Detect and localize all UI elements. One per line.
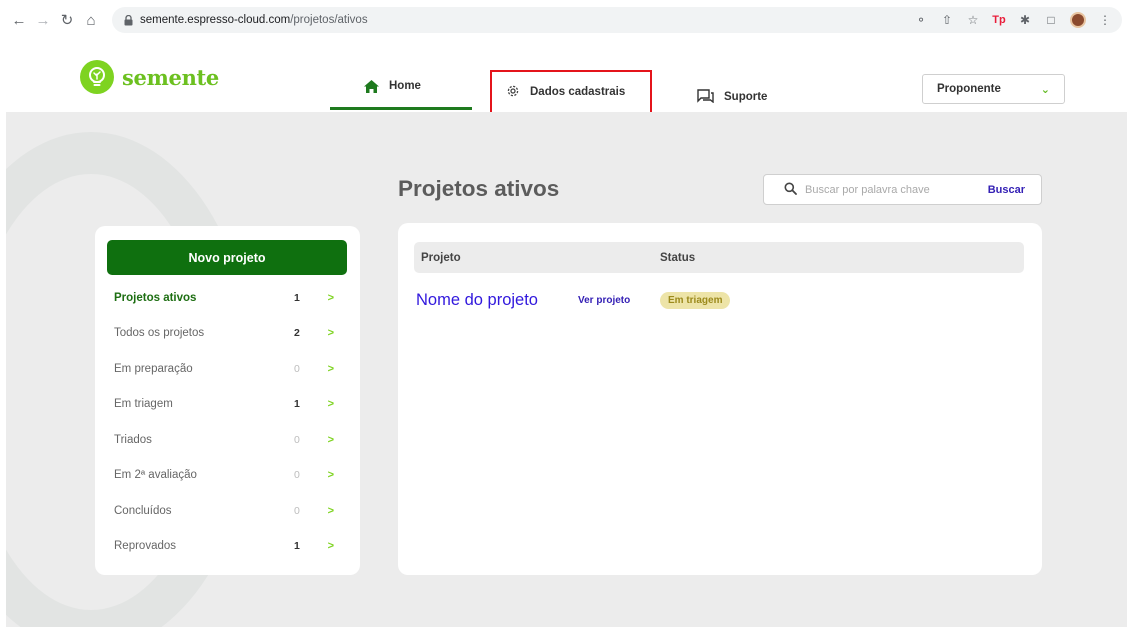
sidebar-item-triados[interactable]: Triados 0 > [114,422,334,458]
chevron-right-icon: > [327,362,334,375]
sidebar-item-label: Em triagem [114,398,173,411]
sidebar-item-projetos-ativos[interactable]: Projetos ativos 1 > [114,280,334,316]
chevron-right-icon: > [327,540,334,553]
url-path: /projetos/ativos [290,14,368,26]
search-bar: Buscar por palavra chave Buscar [763,174,1042,205]
sidebar-item-label: Concluídos [114,504,172,517]
column-header-status: Status [660,251,696,264]
status-badge: Em triagem [660,291,731,309]
side-panel-icon[interactable]: □ [1044,13,1058,27]
nav-suporte-label: Suporte [724,91,768,103]
sidebar-item-label: Triados [114,433,152,446]
project-name-link[interactable]: Nome do projeto [416,291,538,310]
bookmark-star-icon[interactable]: ☆ [966,13,980,27]
nav-home-label: Home [389,80,421,92]
omnibox-actions: ⚬ ⇧ ☆ Tp ✱ □ ⋮ [914,12,1112,28]
forward-icon[interactable]: → [32,9,54,31]
chevron-right-icon: > [327,504,334,517]
search-input[interactable]: Buscar por palavra chave [805,184,930,196]
profile-avatar[interactable] [1070,12,1086,28]
extension-tp-icon[interactable]: Tp [992,14,1006,26]
role-select-value: Proponente [937,83,1001,95]
logo-text: semente [122,64,219,90]
gear-icon [506,84,520,101]
share-icon[interactable]: ⇧ [940,13,954,27]
browser-nav-buttons: ← → ↻ ⌂ [8,9,104,31]
search-icon [784,182,797,198]
sidebar-item-count: 0 [294,504,300,517]
browser-toolbar: ← → ↻ ⌂ semente.espresso-cloud.com/proje… [0,0,1127,40]
view-project-link[interactable]: Ver projeto [578,295,630,306]
sidebar-list: Projetos ativos 1 > Todos os projetos 2 … [114,280,334,564]
sidebar-item-count: 1 [294,398,300,411]
role-select[interactable]: Proponente ⌄ [922,74,1065,104]
sidebar: Novo projeto Projetos ativos 1 > Todos o… [95,226,360,575]
nav-home[interactable]: Home [330,68,472,110]
new-project-button[interactable]: Novo projeto [107,240,347,275]
nav-dados-cadastrais[interactable]: Dados cadastrais [490,70,652,114]
sidebar-item-count: 1 [294,540,300,553]
sidebar-item-concluidos[interactable]: Concluídos 0 > [114,493,334,529]
house-icon [364,80,379,96]
url-text: semente.espresso-cloud.com/projetos/ativ… [140,14,368,26]
sidebar-item-count: 0 [294,469,300,482]
site-header: semente Home Dados cadastrais Suporte Pr… [0,40,1127,114]
sidebar-item-reprovados[interactable]: Reprovados 1 > [114,529,334,565]
home-icon[interactable]: ⌂ [80,9,102,31]
sidebar-item-em-2a-avaliacao[interactable]: Em 2ª avaliação 0 > [114,458,334,494]
page-title: Projetos ativos [398,176,560,201]
menu-kebab-icon[interactable]: ⋮ [1098,13,1112,27]
logo[interactable]: semente [80,60,219,94]
sidebar-item-count: 0 [294,433,300,446]
column-header-projeto: Projeto [421,251,461,264]
key-icon[interactable]: ⚬ [914,13,928,27]
chevron-right-icon: > [327,291,334,304]
back-icon[interactable]: ← [8,9,30,31]
sidebar-item-label: Projetos ativos [114,291,197,304]
projects-panel: Projeto Status Nome do projeto Ver proje… [398,223,1042,575]
sidebar-item-count: 2 [294,327,300,340]
chevron-right-icon: > [327,398,334,411]
chevron-right-icon: > [327,433,334,446]
address-bar[interactable]: semente.espresso-cloud.com/projetos/ativ… [112,7,1122,33]
sidebar-item-label: Reprovados [114,540,177,553]
sidebar-item-count: 0 [294,362,300,375]
lock-icon[interactable] [122,14,134,26]
table-row: Nome do projeto Ver projeto Em triagem [416,287,1026,313]
sidebar-item-todos-os-projetos[interactable]: Todos os projetos 2 > [114,316,334,352]
chevron-right-icon: > [327,327,334,340]
table-header: Projeto Status [414,242,1024,273]
chevron-down-icon: ⌄ [1040,83,1050,96]
reload-icon[interactable]: ↻ [56,9,78,31]
extensions-puzzle-icon[interactable]: ✱ [1018,13,1032,27]
chat-icon [697,88,714,106]
chevron-right-icon: > [327,469,334,482]
nav-dados-label: Dados cadastrais [530,86,626,98]
search-button[interactable]: Buscar [988,184,1025,196]
sidebar-item-label: Todos os projetos [114,327,205,340]
sidebar-item-label: Em preparação [114,362,193,375]
sidebar-item-em-triagem[interactable]: Em triagem 1 > [114,387,334,423]
sidebar-item-label: Em 2ª avaliação [114,469,197,482]
page-body: Projetos ativos Buscar por palavra chave… [6,112,1127,627]
main-nav: Home Dados cadastrais Suporte [330,68,767,114]
sidebar-item-count: 1 [294,291,300,304]
lightbulb-icon [80,60,114,94]
url-host: semente.espresso-cloud.com [140,14,291,26]
sidebar-item-em-preparacao[interactable]: Em preparação 0 > [114,351,334,387]
